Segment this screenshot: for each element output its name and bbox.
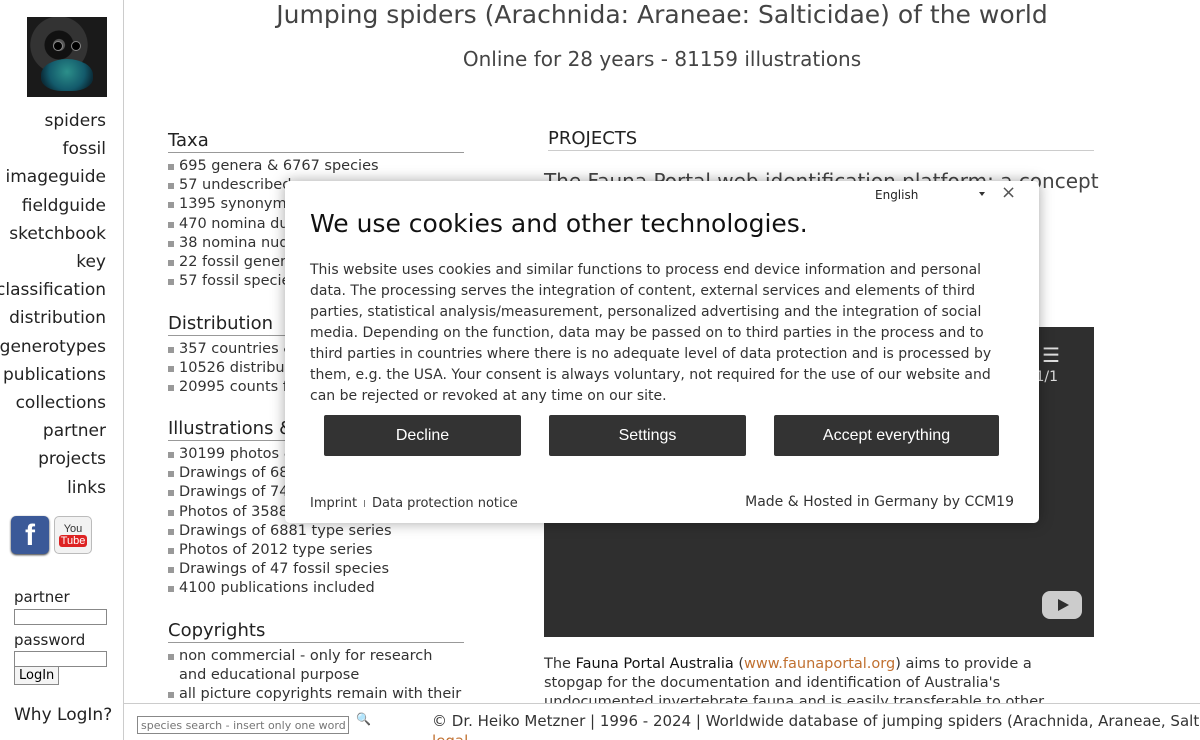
site-logo[interactable] bbox=[27, 17, 107, 97]
illustrations-item[interactable]: Drawings of 6881 type series bbox=[168, 522, 464, 541]
nav-key[interactable]: key bbox=[0, 248, 106, 276]
youtube-icon-tube: Tube bbox=[58, 535, 88, 547]
settings-button[interactable]: Settings bbox=[549, 415, 746, 456]
illustrations-item[interactable]: 4100 publications included bbox=[168, 579, 464, 598]
cookie-consent-dialog: English × We use cookies and other techn… bbox=[285, 181, 1039, 523]
hosted-by-text[interactable]: Made & Hosted in Germany by CCM19 bbox=[745, 494, 1014, 510]
language-select[interactable]: English bbox=[875, 188, 985, 202]
fauna-text-pre: The bbox=[544, 656, 576, 672]
cookie-title: We use cookies and other technologies. bbox=[310, 209, 808, 238]
login-button[interactable]: LogIn bbox=[14, 666, 60, 685]
faunaportal-link[interactable]: www.faunaportal.org bbox=[744, 656, 895, 672]
projects-heading: PROJECTS bbox=[548, 128, 1094, 151]
close-icon[interactable]: × bbox=[1001, 182, 1016, 203]
legal-link[interactable]: legal bbox=[432, 732, 468, 740]
page-subtitle: Online for 28 years - 81159 illustration… bbox=[462, 47, 862, 71]
password-input[interactable] bbox=[14, 651, 107, 667]
decline-button[interactable]: Decline bbox=[324, 415, 521, 456]
page-title: Jumping spiders (Arachnida: Araneae: Sal… bbox=[276, 0, 1048, 29]
nav-sketchbook[interactable]: sketchbook bbox=[0, 220, 106, 248]
nav-classification[interactable]: classification bbox=[0, 276, 106, 304]
partner-label: partner bbox=[14, 588, 70, 606]
spider-eye-right bbox=[71, 41, 81, 51]
footer: 🔍 © Dr. Heiko Metzner | 1996 - 2024 | Wo… bbox=[124, 703, 1200, 740]
fauna-text-open: ( bbox=[733, 656, 745, 672]
sidebar: spiders fossil imageguide fieldguide ske… bbox=[0, 0, 124, 740]
copyrights-item: non commercial - only for research and e… bbox=[168, 647, 464, 685]
data-protection-link[interactable]: Data protection notice bbox=[372, 496, 518, 511]
nav-imageguide[interactable]: imageguide bbox=[0, 163, 107, 191]
search-icon[interactable]: 🔍 bbox=[356, 712, 371, 726]
fauna-portal-name: Fauna Portal Australia bbox=[575, 656, 734, 672]
cookie-links: Imprint I Data protection notice bbox=[310, 496, 518, 511]
species-search-input[interactable] bbox=[137, 716, 349, 734]
nav-generotypes[interactable]: generotypes bbox=[0, 333, 106, 361]
nav-partner[interactable]: partner bbox=[0, 417, 106, 445]
nav-links[interactable]: links bbox=[0, 474, 106, 502]
link-separator: I bbox=[363, 499, 366, 510]
imprint-link[interactable]: Imprint bbox=[310, 496, 357, 511]
language-value: English bbox=[875, 188, 919, 202]
nav-spiders[interactable]: spiders bbox=[0, 107, 106, 135]
facebook-icon[interactable]: f bbox=[11, 516, 49, 554]
youtube-icon[interactable]: You Tube bbox=[54, 516, 92, 554]
copyright-text: © Dr. Heiko Metzner | 1996 - 2024 | Worl… bbox=[432, 712, 1200, 730]
login-form: partner password LogIn bbox=[14, 588, 108, 685]
social-links: f You Tube bbox=[11, 516, 92, 554]
password-label: password bbox=[14, 630, 86, 649]
nav-fossil[interactable]: fossil bbox=[0, 135, 106, 163]
chevron-down-icon bbox=[979, 192, 985, 196]
main-nav: spiders fossil imageguide fieldguide ske… bbox=[0, 107, 106, 502]
accept-everything-button[interactable]: Accept everything bbox=[774, 415, 999, 456]
youtube-icon-you: You bbox=[63, 523, 83, 535]
copyrights-heading: Copyrights bbox=[168, 620, 464, 643]
copyrights-item: all picture copyrights remain with their bbox=[168, 685, 464, 704]
partner-input[interactable] bbox=[14, 608, 107, 625]
playlist-icon[interactable]: ☰ bbox=[1042, 343, 1060, 367]
nav-projects[interactable]: projects bbox=[0, 445, 106, 473]
copyrights-section: Copyrights non commercial - only for res… bbox=[168, 620, 464, 705]
nav-fieldguide[interactable]: fieldguide bbox=[0, 192, 106, 220]
why-login-link[interactable]: Why LogIn? bbox=[14, 705, 112, 725]
nav-publications[interactable]: publications bbox=[0, 361, 106, 389]
taxa-item[interactable]: 695 genera & 6767 species bbox=[168, 157, 464, 176]
spider-eye-left bbox=[53, 41, 63, 51]
taxa-heading: Taxa bbox=[168, 130, 464, 153]
nav-collections[interactable]: collections bbox=[0, 389, 106, 417]
projects-section: PROJECTS bbox=[548, 128, 1094, 151]
nav-distribution[interactable]: distribution bbox=[0, 304, 106, 332]
illustrations-item[interactable]: Drawings of 47 fossil species bbox=[168, 560, 464, 579]
cookie-text: This website uses cookies and similar fu… bbox=[310, 262, 992, 404]
youtube-play-icon[interactable] bbox=[1042, 591, 1082, 619]
illustrations-item[interactable]: Photos of 2012 type series bbox=[168, 541, 464, 560]
